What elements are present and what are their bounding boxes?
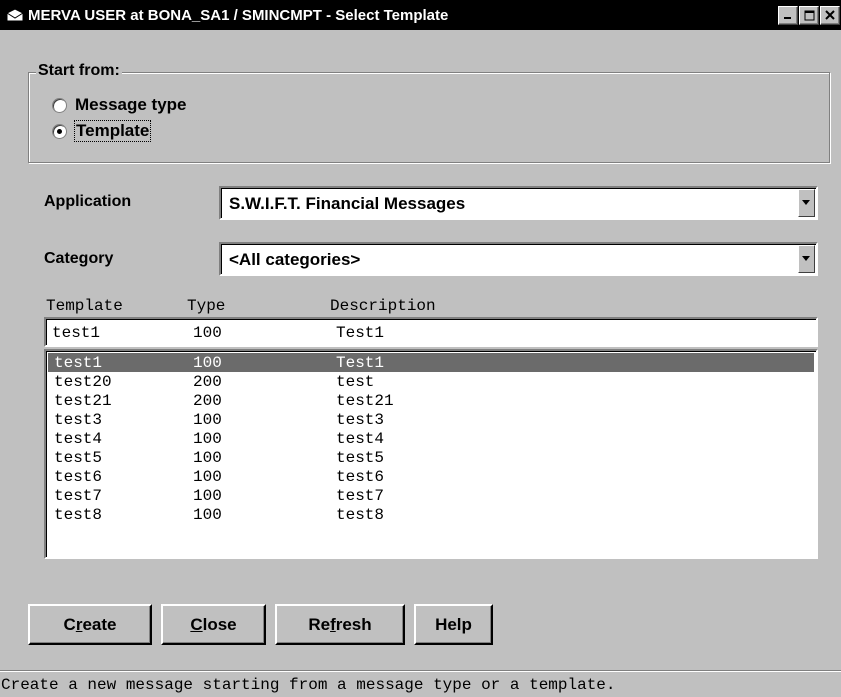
refresh-button[interactable]: Refresh <box>275 604 405 645</box>
minimize-button[interactable] <box>778 5 798 25</box>
close-dialog-button[interactable]: Close <box>161 604 266 645</box>
maximize-icon <box>804 10 814 20</box>
column-header-description: Description <box>330 297 436 315</box>
list-item-template: test1 <box>54 354 103 372</box>
start-from-group <box>28 72 830 163</box>
list-item-template: test20 <box>54 373 112 391</box>
list-item-description: test3 <box>336 411 385 429</box>
status-text: Create a new message starting from a mes… <box>1 676 616 694</box>
dropdown-arrow-button[interactable] <box>798 189 815 217</box>
list-item-description: test21 <box>336 392 394 410</box>
window-title: MERVA USER at BONA_SA1 / SMINCMPT - Sele… <box>28 6 449 24</box>
help-button-label: Help <box>435 614 472 634</box>
envelope-icon <box>6 8 24 22</box>
list-item-type: 200 <box>193 392 222 410</box>
list-item[interactable]: test4 100 test4 <box>48 429 814 448</box>
create-button[interactable]: Create <box>28 604 152 645</box>
list-item-type: 100 <box>193 506 222 524</box>
list-item-type: 100 <box>193 487 222 505</box>
start-from-legend: Start from: <box>36 62 122 80</box>
radio-message-type-label: Message type <box>75 95 187 114</box>
list-item[interactable]: test3 100 test3 <box>48 410 814 429</box>
close-button[interactable] <box>820 5 840 25</box>
list-item-description: Test1 <box>336 354 385 372</box>
status-bar: Create a new message starting from a mes… <box>0 670 841 697</box>
dropdown-arrow-button[interactable] <box>798 245 815 273</box>
category-label: Category <box>44 250 114 267</box>
list-item-type: 100 <box>193 468 222 486</box>
radio-message-type[interactable]: Message type <box>52 95 187 115</box>
list-item-description: test7 <box>336 487 385 505</box>
list-item-description: test4 <box>336 430 385 448</box>
maximize-button[interactable] <box>799 5 819 25</box>
application-dropdown[interactable]: S.W.I.F.T. Financial Messages <box>219 186 818 220</box>
help-button[interactable]: Help <box>414 604 493 645</box>
minimize-icon <box>784 17 791 19</box>
list-item[interactable]: test5 100 test5 <box>48 448 814 467</box>
list-item-template: test4 <box>54 430 103 448</box>
entry-template: test1 <box>52 324 101 342</box>
radio-template-label: Template <box>73 120 152 142</box>
application-value: S.W.I.F.T. Financial Messages <box>229 194 466 213</box>
close-icon <box>825 10 835 20</box>
list-item[interactable]: test1 100 Test1 <box>48 353 814 372</box>
radio-circle-icon[interactable] <box>52 97 67 113</box>
list-item[interactable]: test20 200 test <box>48 372 814 391</box>
list-item[interactable]: test6 100 test6 <box>48 467 814 486</box>
entry-type: 100 <box>193 324 222 342</box>
list-item-template: test7 <box>54 487 103 505</box>
radio-template[interactable]: Template <box>52 120 152 142</box>
category-dropdown[interactable]: <All categories> <box>219 242 818 276</box>
template-list[interactable]: test1 100 Test1 test20 200 test test21 2… <box>44 349 818 559</box>
category-value: <All categories> <box>229 250 361 269</box>
template-entry-field[interactable]: test1 100 Test1 <box>44 317 818 347</box>
close-button-label: Close <box>190 614 237 634</box>
list-item-template: test3 <box>54 411 103 429</box>
list-item-type: 100 <box>193 430 222 448</box>
refresh-button-label: Refresh <box>308 614 372 634</box>
radio-selected-icon[interactable] <box>52 123 67 139</box>
column-header-template: Template <box>46 297 123 315</box>
list-item[interactable]: test21 200 test21 <box>48 391 814 410</box>
list-item-description: test <box>336 373 375 391</box>
list-item[interactable]: test7 100 test7 <box>48 486 814 505</box>
column-header-type: Type <box>187 297 226 315</box>
create-button-label: Create <box>63 614 117 634</box>
list-item-description: test6 <box>336 468 385 486</box>
entry-description: Test1 <box>336 324 385 342</box>
list-item-type: 200 <box>193 373 222 391</box>
chevron-down-icon <box>802 256 810 261</box>
chevron-down-icon <box>802 200 810 205</box>
list-item-template: test6 <box>54 468 103 486</box>
list-item-type: 100 <box>193 411 222 429</box>
application-label: Application <box>44 193 132 210</box>
list-item-type: 100 <box>193 449 222 467</box>
list-item[interactable]: test8 100 test8 <box>48 505 814 524</box>
list-item-description: test8 <box>336 506 385 524</box>
list-item-template: test5 <box>54 449 103 467</box>
list-item-template: test8 <box>54 506 103 524</box>
title-bar[interactable]: MERVA USER at BONA_SA1 / SMINCMPT - Sele… <box>0 0 841 30</box>
list-item-type: 100 <box>193 354 222 372</box>
list-item-description: test5 <box>336 449 385 467</box>
list-item-template: test21 <box>54 392 112 410</box>
